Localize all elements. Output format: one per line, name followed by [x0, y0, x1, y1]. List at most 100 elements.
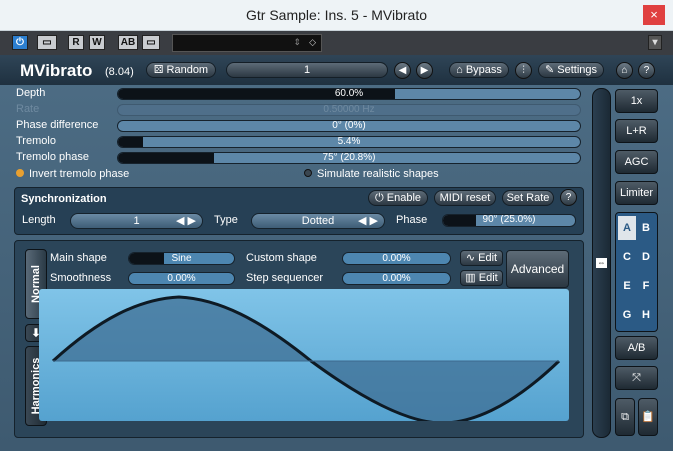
tremolo-slider[interactable]: 5.4% [117, 136, 581, 148]
plugin-version: (8.04) [105, 66, 134, 78]
depth-label: Depth [16, 87, 46, 99]
rate-slider: 0.50000 Hz [117, 104, 581, 116]
phase-difference-slider[interactable]: 0° (0%) [117, 120, 581, 132]
step-sequencer-field[interactable]: 0.00% [342, 272, 451, 285]
tremolo-phase-label: Tremolo phase [16, 151, 89, 163]
advanced-button[interactable]: Advanced [506, 250, 569, 288]
slot-d[interactable]: D [637, 245, 655, 269]
type-label: Type [214, 214, 238, 226]
edit-custom-shape-button[interactable]: ∿ Edit [460, 250, 503, 266]
depth-value: 60.0% [334, 88, 364, 99]
prev-preset-icon[interactable]: ◀ [394, 62, 411, 79]
slot-b[interactable]: B [637, 216, 655, 240]
rate-label: Rate [16, 103, 40, 115]
sync-help-icon[interactable]: ? [560, 189, 577, 206]
plugin-window: MVibrato (8.04) ⚄ Random 1 ◀ ▶ ⌂ Bypass … [0, 55, 673, 451]
type-arrows-icon[interactable]: ◀ ▶ [358, 214, 378, 228]
tag-icon[interactable]: ◇ [309, 37, 316, 48]
wrench-icon: ✎ [544, 64, 558, 76]
oversample-button[interactable]: 1x [615, 89, 658, 113]
stepper-icon[interactable]: ⇕ [293, 37, 301, 48]
slot-c[interactable]: C [618, 245, 636, 269]
power-button[interactable]: ⏻ [12, 35, 28, 50]
help-icon[interactable]: ? [638, 62, 655, 79]
step-sequencer-label: Step sequencer [246, 272, 324, 284]
window-title: Gtr Sample: Ins. 5 - MVibrato [245, 7, 428, 23]
ab-slot-panel: A B C D E F G H [615, 212, 658, 332]
custom-shape-label: Custom shape [246, 252, 317, 264]
next-preset-icon[interactable]: ▶ [416, 62, 433, 79]
menu-dropdown-icon[interactable]: ▾ [648, 35, 662, 50]
expand-icon[interactable]: ⇔ [596, 258, 607, 268]
phase-value: 90° (25.0%) [482, 214, 536, 225]
ab-compare-button[interactable]: A/B [615, 336, 658, 360]
morph-icon[interactable]: ⤧ [615, 366, 658, 390]
settings-button[interactable]: ✎ Settings [538, 62, 604, 78]
plugin-header: MVibrato (8.04) ⚄ Random 1 ◀ ▶ ⌂ Bypass … [0, 55, 673, 85]
checkbox-on-icon [16, 169, 24, 177]
tremolo-value: 5.4% [337, 136, 361, 147]
simulate-realistic-shapes-checkbox[interactable]: Simulate realistic shapes [304, 168, 439, 180]
depth-slider[interactable]: 60.0% [117, 88, 581, 100]
slot-g[interactable]: G [618, 303, 636, 327]
main-shape-field[interactable]: Sine [128, 252, 235, 265]
agc-button[interactable]: AGC [615, 150, 658, 174]
read-automation-button[interactable]: R [68, 35, 84, 50]
tremolo-label: Tremolo [16, 135, 56, 147]
dice-icon: ⚄ [153, 64, 167, 76]
phase-difference-label: Phase difference [16, 119, 99, 131]
home-icon[interactable]: ⌂ [616, 62, 633, 79]
phase-slider[interactable]: 90° (25.0%) [442, 214, 576, 227]
copy-button[interactable]: ▭ [142, 35, 160, 50]
side-splitter[interactable]: ⇔ [592, 88, 611, 438]
random-button[interactable]: ⚄ Random [146, 62, 216, 78]
tremolo-phase-slider[interactable]: 75° (20.8%) [117, 152, 581, 164]
synchronization-panel: Synchronization ⏻ Enable MIDI reset Set … [14, 187, 584, 235]
mixer-icon[interactable]: ⫶ [515, 62, 532, 79]
paste-icon[interactable]: 📋 [638, 398, 658, 436]
phase-difference-value: 0° (0%) [332, 120, 366, 131]
tremolo-phase-value: 75° (20.8%) [322, 152, 376, 163]
close-button[interactable]: × [643, 5, 665, 25]
shape-panel: Normal ⬇ Harmonics Main shape Sine Custo… [14, 240, 584, 438]
main-shape-fill [129, 253, 164, 264]
channel-mode-button[interactable]: L+R [615, 119, 658, 143]
checkbox-off-icon [304, 169, 312, 177]
edit-step-sequencer-button[interactable]: ▥ Edit [460, 270, 503, 286]
plugin-name: MVibrato [20, 61, 93, 80]
invert-tremolo-phase-checkbox[interactable]: Invert tremolo phase [16, 168, 129, 180]
rate-value: 0.50000 Hz [323, 104, 375, 115]
enable-button[interactable]: ⏻ Enable [368, 190, 428, 206]
length-arrows-icon[interactable]: ◀ ▶ [176, 214, 196, 228]
midi-reset-button[interactable]: MIDI reset [434, 190, 496, 206]
slot-e[interactable]: E [618, 274, 636, 298]
sine-wave-graphic [51, 295, 561, 425]
length-field[interactable]: 1 ◀ ▶ [70, 213, 203, 229]
set-rate-button[interactable]: Set Rate [502, 190, 554, 206]
write-automation-button[interactable]: W [89, 35, 105, 50]
limiter-button[interactable]: Limiter [615, 181, 658, 205]
slot-f[interactable]: F [637, 274, 655, 298]
slot-h[interactable]: H [637, 303, 655, 327]
smoothness-label: Smoothness [50, 272, 112, 284]
main-shape-label: Main shape [50, 252, 107, 264]
preset-selector[interactable]: 1 [226, 62, 388, 78]
sync-title: Synchronization [21, 193, 107, 205]
compare-button[interactable]: ▭ [37, 35, 57, 50]
host-preset-selector[interactable]: ⇕ ◇ [172, 34, 322, 52]
bypass-button[interactable]: ⌂ Bypass [449, 62, 509, 78]
copy-icon[interactable]: ⧉ [615, 398, 635, 436]
type-field[interactable]: Dotted ◀ ▶ [251, 213, 385, 229]
title-bar: Gtr Sample: Ins. 5 - MVibrato × [0, 0, 673, 31]
host-toolbar: ⏻ ▭ R W AB ▭ ⇕ ◇ ▾ [0, 31, 673, 55]
shape-edit-icon: ∿ [465, 252, 479, 264]
custom-shape-field[interactable]: 0.00% [342, 252, 451, 265]
waveform-display [39, 289, 569, 425]
ab-button[interactable]: AB [118, 35, 138, 50]
smoothness-field[interactable]: 0.00% [128, 272, 235, 285]
slot-a[interactable]: A [618, 216, 636, 240]
length-label: Length [22, 214, 56, 226]
bypass-icon: ⌂ [456, 64, 466, 76]
phase-label: Phase [396, 214, 428, 226]
power-icon: ⏻ [374, 192, 387, 204]
